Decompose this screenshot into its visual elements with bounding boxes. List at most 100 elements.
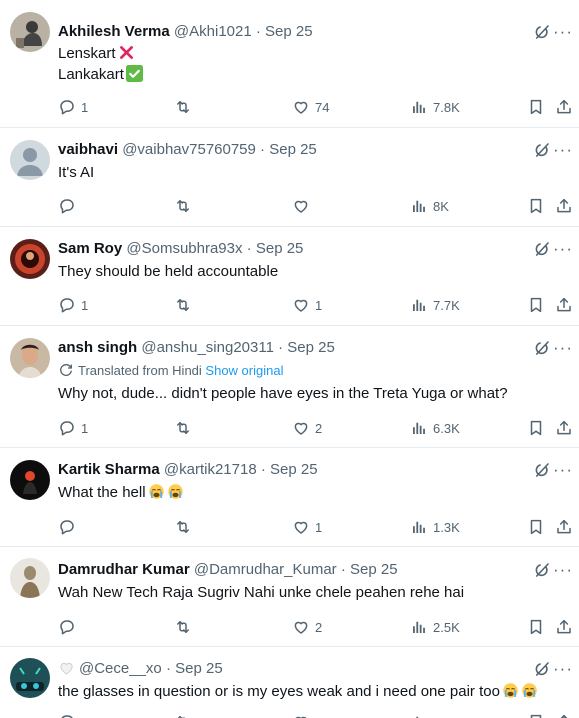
reply-button[interactable] bbox=[58, 617, 81, 637]
user-handle[interactable]: @Cece__xo bbox=[79, 660, 162, 677]
like-button[interactable]: 2 bbox=[292, 418, 322, 438]
like-button[interactable] bbox=[292, 196, 315, 216]
share-button[interactable] bbox=[555, 295, 573, 315]
reply-count: 1 bbox=[81, 420, 89, 436]
like-button[interactable]: 74 bbox=[292, 97, 329, 117]
retweet-button[interactable] bbox=[174, 517, 197, 537]
check-mark-icon bbox=[125, 65, 143, 82]
grok-icon[interactable] bbox=[533, 23, 551, 41]
post-date[interactable]: Sep 25 bbox=[269, 141, 317, 158]
like-button[interactable]: 2 bbox=[292, 617, 322, 637]
post-date[interactable]: Sep 25 bbox=[256, 240, 304, 257]
more-options-icon[interactable]: ··· bbox=[553, 141, 573, 159]
display-name[interactable]: Kartik Sharma bbox=[58, 461, 160, 478]
display-name[interactable]: Akhilesh Verma bbox=[58, 23, 170, 40]
share-button[interactable] bbox=[555, 712, 573, 718]
tweet-text-line: It's AI bbox=[58, 164, 95, 181]
post-date[interactable]: Sep 25 bbox=[350, 561, 398, 578]
reply-button[interactable]: 1 bbox=[58, 295, 88, 315]
avatar[interactable] bbox=[10, 460, 50, 500]
more-options-icon[interactable]: ··· bbox=[553, 23, 573, 41]
reply-button[interactable]: 1 bbox=[58, 97, 88, 117]
bar-chart-icon bbox=[410, 98, 428, 116]
like-button[interactable]: 1 bbox=[292, 517, 322, 537]
retweet-button[interactable] bbox=[174, 295, 197, 315]
loudly-crying-face-icon bbox=[522, 683, 537, 698]
views-button[interactable]: 8K bbox=[410, 196, 449, 216]
share-button[interactable] bbox=[555, 517, 573, 537]
more-options-icon[interactable]: ··· bbox=[553, 660, 573, 678]
more-options-icon[interactable]: ··· bbox=[553, 461, 573, 479]
bookmark-button[interactable] bbox=[527, 196, 545, 216]
user-handle[interactable]: @Akhi1021 bbox=[174, 23, 252, 40]
display-name[interactable]: vaibhavi bbox=[58, 141, 118, 158]
more-options-icon[interactable]: ··· bbox=[553, 561, 573, 579]
reply-button[interactable] bbox=[58, 517, 81, 537]
bookmark-button[interactable] bbox=[527, 712, 545, 718]
views-button[interactable]: 1.3K bbox=[410, 517, 460, 537]
views-button[interactable]: 7.7K bbox=[410, 295, 460, 315]
bookmark-button[interactable] bbox=[527, 295, 545, 315]
user-handle[interactable]: @anshu_sing20311 bbox=[141, 339, 274, 356]
post-date[interactable]: Sep 25 bbox=[175, 660, 223, 677]
reply-icon bbox=[58, 197, 76, 215]
bookmark-button[interactable] bbox=[527, 517, 545, 537]
retweet-button[interactable] bbox=[174, 97, 197, 117]
post-date[interactable]: Sep 25 bbox=[287, 339, 335, 356]
avatar[interactable] bbox=[10, 140, 50, 180]
grok-icon[interactable] bbox=[533, 461, 551, 479]
more-options-icon[interactable]: ··· bbox=[553, 240, 573, 258]
display-name[interactable]: Damrudhar Kumar bbox=[58, 561, 190, 578]
grok-icon[interactable] bbox=[533, 240, 551, 258]
bookmark-button[interactable] bbox=[527, 418, 545, 438]
retweet-button[interactable] bbox=[174, 196, 197, 216]
bar-chart-icon bbox=[410, 713, 428, 718]
reply-button[interactable] bbox=[58, 712, 81, 718]
grok-icon[interactable] bbox=[533, 561, 551, 579]
bar-chart-icon bbox=[410, 618, 428, 636]
share-button[interactable] bbox=[555, 617, 573, 637]
reply-button[interactable] bbox=[58, 196, 81, 216]
post-date[interactable]: Sep 25 bbox=[265, 23, 313, 40]
user-handle[interactable]: @Somsubhra93x bbox=[126, 240, 242, 257]
display-name[interactable]: Sam Roy bbox=[58, 240, 122, 257]
share-icon bbox=[555, 618, 573, 636]
retweet-button[interactable] bbox=[174, 418, 197, 438]
user-handle[interactable]: @Damrudhar_Kumar bbox=[194, 561, 337, 578]
retweet-button[interactable] bbox=[174, 617, 197, 637]
like-button[interactable] bbox=[292, 712, 315, 718]
action-bar: 8K bbox=[58, 196, 579, 216]
avatar[interactable] bbox=[10, 239, 50, 279]
like-button[interactable]: 1 bbox=[292, 295, 322, 315]
user-handle[interactable]: @kartik21718 bbox=[164, 461, 257, 478]
tweet-text: It's AI bbox=[58, 162, 569, 183]
views-button[interactable] bbox=[410, 712, 433, 718]
grok-icon[interactable] bbox=[533, 660, 551, 678]
more-options-icon[interactable]: ··· bbox=[553, 339, 573, 357]
bookmark-button[interactable] bbox=[527, 617, 545, 637]
display-name[interactable]: ansh singh bbox=[58, 339, 137, 356]
avatar[interactable] bbox=[10, 658, 50, 698]
share-button[interactable] bbox=[555, 418, 573, 438]
grok-icon[interactable] bbox=[533, 141, 551, 159]
reply-icon bbox=[58, 713, 76, 718]
share-button[interactable] bbox=[555, 97, 573, 117]
bookmark-button[interactable] bbox=[527, 97, 545, 117]
reply-button[interactable]: 1 bbox=[58, 418, 88, 438]
tweet-header: Damrudhar Kumar @Damrudhar_Kumar · Sep 2… bbox=[58, 560, 509, 580]
views-button[interactable]: 6.3K bbox=[410, 418, 460, 438]
retweet-button[interactable] bbox=[174, 712, 197, 718]
views-button[interactable]: 7.8K bbox=[410, 97, 460, 117]
views-button[interactable]: 2.5K bbox=[410, 617, 460, 637]
share-button[interactable] bbox=[555, 196, 573, 216]
avatar[interactable] bbox=[10, 338, 50, 378]
grok-icon[interactable] bbox=[533, 339, 551, 357]
avatar[interactable] bbox=[10, 12, 50, 52]
separator-dot: · bbox=[260, 461, 266, 478]
avatar[interactable] bbox=[10, 558, 50, 598]
user-handle[interactable]: @vaibhav75760759 bbox=[122, 141, 256, 158]
show-original-link[interactable]: Show original bbox=[205, 363, 283, 378]
tweet-text-line: Lankakart bbox=[58, 66, 124, 83]
post-date[interactable]: Sep 25 bbox=[270, 461, 318, 478]
tweet-header: Sam Roy @Somsubhra93x · Sep 25 bbox=[58, 239, 509, 259]
